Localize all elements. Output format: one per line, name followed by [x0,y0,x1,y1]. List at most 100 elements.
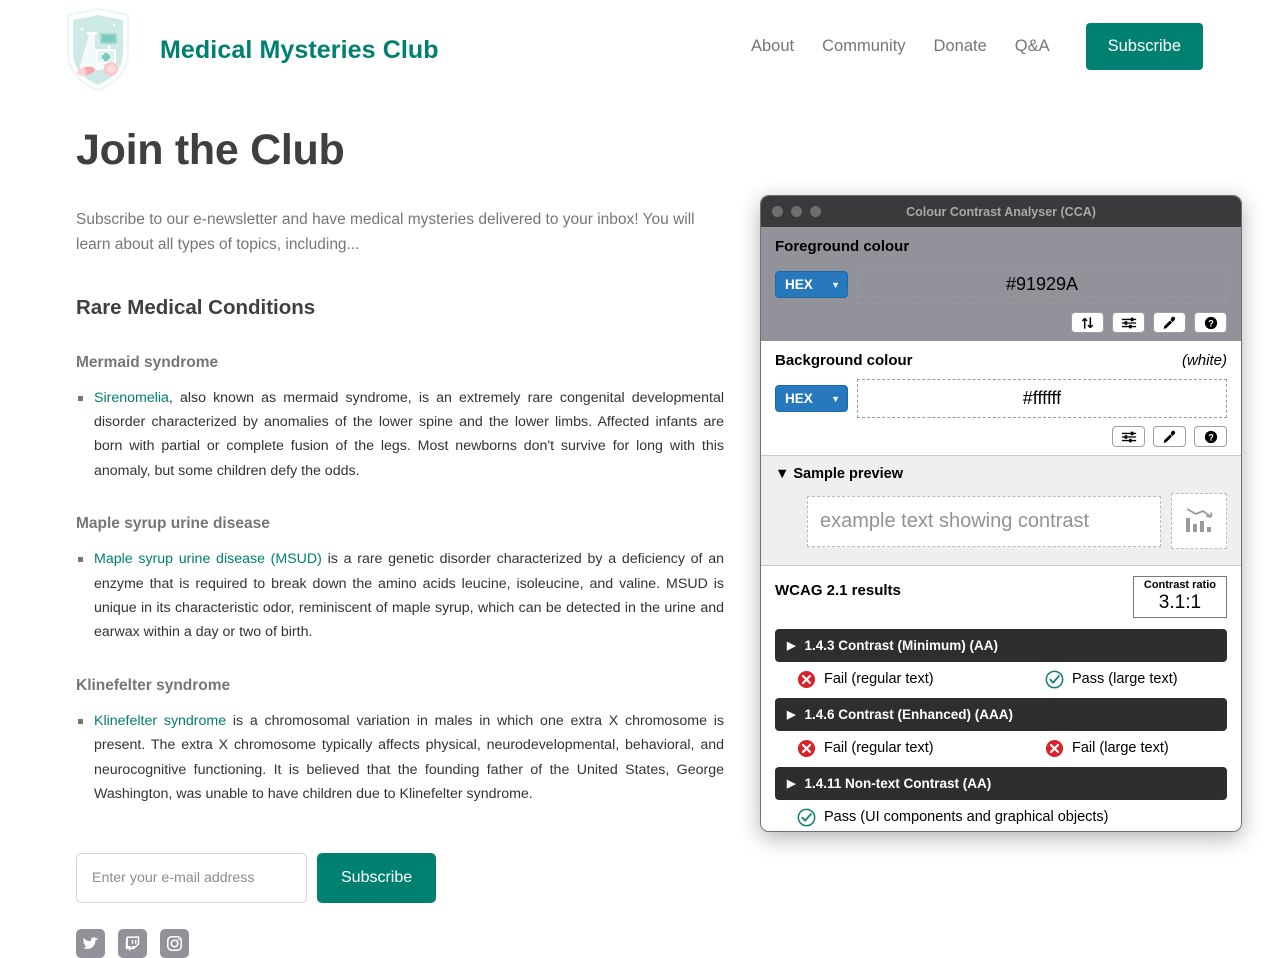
triangle-right-icon: ▶ [787,639,796,652]
list-item: Klinefelter syndrome is a chromosomal va… [76,709,724,807]
brand-title: Medical Mysteries Club [160,35,439,64]
criterion-row-1[interactable]: ▶ 1.4.6 Contrast (Enhanced) (AAA) [775,697,1227,731]
chevron-down-icon: ▼ [831,393,840,404]
main-content: Join the Club Subscribe to our e-newslet… [76,126,726,958]
background-format-value: HEX [785,391,813,406]
eyedropper-icon [1163,316,1176,329]
result-item: Pass (UI components and graphical object… [797,808,1109,827]
criterion-results-2: Pass (UI components and graphical object… [775,802,1227,831]
sliders-icon-button-fg[interactable] [1112,312,1145,333]
foreground-section: Foreground colour HEX ▼ #91929A ? [761,227,1241,341]
nav-link-community[interactable]: Community [808,37,919,56]
wcag-results-title: WCAG 2.1 results [775,582,901,599]
site-header: Medical Mysteries Club About Community D… [0,0,1275,100]
cca-window-title: Colour Contrast Analyser (CCA) [906,204,1096,219]
sliders-icon [1121,317,1136,328]
chevron-down-icon: ▼ [831,279,840,290]
condition-heading-1: Maple syrup urine disease [76,515,270,533]
condition-heading-2: Klinefelter syndrome [76,676,231,694]
nav-link-about[interactable]: About [737,37,808,56]
svg-text:?: ? [1208,318,1214,328]
nav-link-qa[interactable]: Q&A [1001,37,1064,56]
condition-link-0[interactable]: Sirenomelia [94,390,169,406]
criterion-results-1: Fail (regular text) Fail (large text) [775,733,1227,765]
sample-text: example text showing contrast [807,495,1161,547]
twitch-icon-button[interactable] [118,928,147,958]
eyedropper-icon-button-fg[interactable] [1153,312,1186,333]
pass-icon [1045,670,1064,689]
contrast-ratio-value: 3.1:1 [1158,591,1202,613]
criterion-row-2[interactable]: ▶ 1.4.11 Non-text Contrast (AA) [775,766,1227,800]
page-title: Join the Club [76,126,345,174]
contrast-ratio-label: Contrast ratio [1143,579,1216,591]
background-color-value[interactable]: #ffffff [857,379,1227,418]
help-icon: ? [1204,430,1217,443]
intro-paragraph: Subscribe to our e-newsletter and have m… [76,211,695,254]
twitch-icon [125,935,140,951]
twitter-icon-button[interactable] [76,928,105,958]
foreground-label: Foreground colour [775,238,910,255]
wcag-results-section: WCAG 2.1 results Contrast ratio 3.1:1 ▶ … [761,566,1241,831]
maximize-button-icon[interactable] [810,206,821,217]
swap-colours-icon [1081,316,1094,329]
fail-icon [797,670,816,688]
result-text: Fail (regular text) [824,740,934,757]
nav-link-donate[interactable]: Donate [920,37,1001,56]
contrast-ratio-box: Contrast ratio 3.1:1 [1132,576,1227,618]
wcag-header: WCAG 2.1 results Contrast ratio 3.1:1 [775,576,1227,618]
list-item: Maple syrup urine disease (MSUD) is a ra… [76,547,724,645]
foreground-format-select[interactable]: HEX ▼ [775,271,848,298]
background-icon-row: ? [775,426,1227,447]
background-note: (white) [1181,352,1227,369]
header-subscribe-button[interactable]: Subscribe [1085,23,1203,70]
help-icon-button-fg[interactable]: ? [1194,312,1227,333]
shield-lab-logo-icon [62,7,134,93]
result-item: Fail (large text) [1045,739,1169,758]
background-header: Background colour (white) [775,352,1227,369]
eyedropper-icon-button-bg[interactable] [1153,426,1186,447]
criterion-label-0: 1.4.3 Contrast (Minimum) (AA) [804,637,998,653]
sample-graphic [1171,493,1227,549]
form-subscribe-button[interactable]: Subscribe [317,852,437,903]
twitter-icon [82,936,99,949]
condition-list-1: Maple syrup urine disease (MSUD) is a ra… [76,547,726,645]
condition-list-2: Klinefelter syndrome is a chromosomal va… [76,709,726,807]
result-text: Pass (UI components and graphical object… [824,809,1109,826]
help-icon: ? [1204,316,1217,329]
condition-link-1[interactable]: Maple syrup urine disease (MSUD) [94,551,322,567]
help-icon-button-bg[interactable]: ? [1194,426,1227,447]
section-title: Rare Medical Conditions [76,295,316,319]
result-text: Pass (large text) [1072,671,1178,688]
sample-preview-body: example text showing contrast [775,493,1227,549]
sample-preview-disclosure[interactable]: ▼ Sample preview [775,466,1227,482]
close-button-icon[interactable] [772,206,783,217]
condition-heading-0: Mermaid syndrome [76,353,219,371]
sample-preview-section: ▼ Sample preview example text showing co… [761,456,1241,566]
email-field[interactable] [76,852,307,903]
swap-colours-icon-button[interactable] [1071,312,1104,333]
cca-window: Colour Contrast Analyser (CCA) Foregroun… [760,195,1242,832]
criterion-row-0[interactable]: ▶ 1.4.3 Contrast (Minimum) (AA) [775,628,1227,662]
condition-link-2[interactable]: Klinefelter syndrome [94,713,226,729]
instagram-icon-button[interactable] [160,928,189,958]
background-format-select[interactable]: HEX ▼ [775,385,848,412]
triangle-down-icon: ▼ [775,466,790,482]
cca-titlebar[interactable]: Colour Contrast Analyser (CCA) [761,196,1241,227]
brand[interactable]: Medical Mysteries Club [62,7,439,93]
background-label: Background colour [775,352,913,369]
sliders-icon-button-bg[interactable] [1112,426,1145,447]
criterion-label-1: 1.4.6 Contrast (Enhanced) (AAA) [804,706,1013,722]
triangle-right-icon: ▶ [787,777,796,790]
window-traffic-lights [772,206,821,217]
foreground-color-row: HEX ▼ #91929A [775,265,1227,304]
fail-icon [1045,739,1064,757]
foreground-format-value: HEX [785,277,813,292]
foreground-icon-row: ? [775,312,1227,333]
foreground-color-value[interactable]: #91929A [857,265,1227,304]
minimize-button-icon[interactable] [791,206,802,217]
list-item: Sirenomelia, also known as mermaid syndr… [76,386,724,484]
condition-list-0: Sirenomelia, also known as mermaid syndr… [76,386,726,484]
result-text: Fail (large text) [1072,740,1169,757]
result-text: Fail (regular text) [824,671,934,688]
svg-text:?: ? [1208,432,1214,442]
